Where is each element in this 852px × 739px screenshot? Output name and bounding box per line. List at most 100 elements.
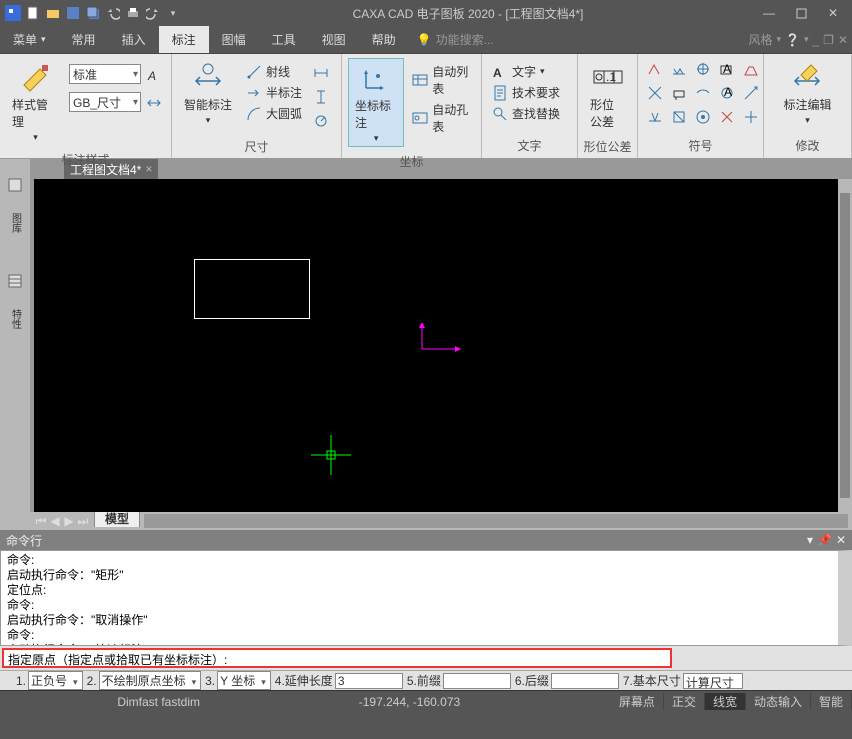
status-lineweight[interactable]: 线宽 bbox=[705, 693, 746, 710]
drawn-rectangle bbox=[194, 259, 310, 319]
print-icon[interactable] bbox=[124, 4, 142, 22]
dim-edit-button[interactable]: 标注编辑▾ bbox=[777, 58, 837, 128]
menu-biaozhu[interactable]: 标注 bbox=[159, 26, 209, 53]
open-icon[interactable] bbox=[44, 4, 62, 22]
sym-1[interactable] bbox=[644, 58, 666, 80]
dim-apply-icon[interactable] bbox=[143, 92, 165, 114]
menu-shitu[interactable]: 视图 bbox=[309, 26, 359, 53]
menu-caidan[interactable]: 菜单 ▾ bbox=[0, 26, 59, 53]
opts-left-icon[interactable]: ◁ bbox=[0, 671, 14, 690]
opt-4-input[interactable]: 3 bbox=[335, 673, 403, 689]
sym-12[interactable] bbox=[668, 106, 690, 128]
style-label[interactable]: 风格 bbox=[748, 31, 772, 48]
style-dropdown-2[interactable]: GB_尺寸 bbox=[69, 92, 141, 112]
mdi-restore-icon[interactable]: ❐ bbox=[823, 33, 834, 47]
auto-hole-table-button[interactable]: 自动孔表 bbox=[408, 100, 475, 136]
tab-next-icon[interactable]: ▶ bbox=[62, 514, 76, 528]
ribbon-label-tol: 形位公差 bbox=[578, 136, 637, 159]
opt-1[interactable]: 1.正负号 bbox=[14, 671, 85, 690]
palette-btn-2[interactable] bbox=[6, 259, 24, 303]
help-icon[interactable]: ❔ bbox=[785, 33, 800, 47]
status-screen-point[interactable]: 屏幕点 bbox=[611, 693, 664, 710]
maximize-button[interactable] bbox=[786, 3, 816, 23]
sym-4[interactable]: A bbox=[716, 58, 738, 80]
opt-2[interactable]: 2.不绘制原点坐标 bbox=[85, 671, 204, 690]
new-icon[interactable] bbox=[24, 4, 42, 22]
cmd-pin-icon[interactable]: 📌 bbox=[817, 533, 832, 547]
status-ortho[interactable]: 正交 bbox=[664, 693, 705, 710]
save-icon[interactable] bbox=[64, 4, 82, 22]
tab-last-icon[interactable]: ⏭ bbox=[76, 514, 90, 529]
command-input[interactable]: 指定原点（指定点或拾取已有坐标标注）: bbox=[2, 648, 672, 668]
find-replace-button[interactable]: 查找替换 bbox=[488, 104, 564, 123]
saveall-icon[interactable] bbox=[84, 4, 102, 22]
ray-icon bbox=[246, 64, 262, 80]
sym-3[interactable] bbox=[692, 58, 714, 80]
undo-icon[interactable] bbox=[104, 4, 122, 22]
tech-req-button[interactable]: 技术要求 bbox=[488, 83, 564, 102]
command-panel: 命令行 ▾ 📌 ✕ 命令: 启动执行命令："矩形" 定位点: 命令: 启动执行命… bbox=[0, 530, 852, 690]
sym-9[interactable]: A bbox=[716, 82, 738, 104]
menu-changyong[interactable]: 常用 bbox=[59, 26, 109, 53]
command-history[interactable]: 命令: 启动执行命令："矩形" 定位点: 命令: 启动执行命令："取消操作" 命… bbox=[0, 550, 852, 646]
ribbon-label-sym: 符号 bbox=[638, 135, 763, 158]
window-title: CAXA CAD 电子图板 2020 - [工程图文档4*] bbox=[182, 5, 754, 22]
menu-tufu[interactable]: 图幅 bbox=[209, 26, 259, 53]
sym-13[interactable] bbox=[692, 106, 714, 128]
auto-table-button[interactable]: 自动列表 bbox=[408, 62, 475, 98]
sym-11[interactable] bbox=[644, 106, 666, 128]
palette-label-2: 特性 bbox=[8, 309, 23, 329]
drawing-canvas[interactable] bbox=[34, 179, 838, 512]
doc-icon bbox=[492, 85, 508, 101]
ray-dim-button[interactable]: 射线 bbox=[242, 62, 306, 81]
status-dyninput[interactable]: 动态输入 bbox=[746, 693, 811, 710]
half-dim-button[interactable]: 半标注 bbox=[242, 83, 306, 102]
qat-dropdown-icon[interactable]: ▾ bbox=[164, 4, 182, 22]
opt-7-input[interactable]: 计算尺寸 bbox=[683, 673, 743, 689]
ribbon-label-styles: 标注样式 bbox=[0, 149, 171, 172]
app-icon[interactable] bbox=[4, 4, 22, 22]
redo-icon[interactable] bbox=[144, 4, 162, 22]
geom-tol-icon: .1 bbox=[591, 60, 625, 94]
dim-tool-2[interactable] bbox=[310, 86, 332, 108]
opt-6-input[interactable] bbox=[551, 673, 619, 689]
sym-10[interactable] bbox=[740, 82, 762, 104]
sym-15[interactable] bbox=[740, 106, 762, 128]
style-apply-icon[interactable]: A bbox=[143, 64, 165, 86]
tab-first-icon[interactable]: ⏮ bbox=[34, 514, 48, 529]
search-placeholder: 功能搜索... bbox=[436, 31, 494, 48]
opt-5-input[interactable] bbox=[443, 673, 511, 689]
opts-right-icon[interactable]: ▷ bbox=[745, 671, 759, 690]
status-smart[interactable]: 智能 bbox=[811, 693, 852, 710]
vertical-scrollbar[interactable] bbox=[838, 179, 852, 512]
opt-3[interactable]: 3.Y 坐标 bbox=[203, 671, 273, 690]
sym-2[interactable] bbox=[668, 58, 690, 80]
horizontal-scrollbar[interactable] bbox=[144, 514, 848, 528]
sym-8[interactable] bbox=[692, 82, 714, 104]
sym-14[interactable] bbox=[716, 106, 738, 128]
sym-5[interactable] bbox=[740, 58, 762, 80]
menu-bangzhu[interactable]: 帮助 bbox=[359, 26, 409, 53]
style-manage-button[interactable]: 样式管理▾ bbox=[6, 58, 65, 145]
close-button[interactable]: ✕ bbox=[818, 3, 848, 23]
cmd-menu-icon[interactable]: ▾ bbox=[807, 533, 813, 547]
big-arc-button[interactable]: 大圆弧 bbox=[242, 104, 306, 123]
minimize-button[interactable]: — bbox=[754, 3, 784, 23]
mdi-close-icon[interactable]: ✕ bbox=[838, 33, 848, 47]
geom-tol-button[interactable]: .1 形位公差 bbox=[584, 58, 631, 132]
sym-7[interactable] bbox=[668, 82, 690, 104]
menu-gongju[interactable]: 工具 bbox=[259, 26, 309, 53]
style-dropdown-1[interactable]: 标准 bbox=[69, 64, 141, 84]
smart-dim-button[interactable]: 智能标注▾ bbox=[178, 58, 238, 128]
mdi-min-icon[interactable]: _ bbox=[812, 33, 819, 47]
command-title-bar[interactable]: 命令行 ▾ 📌 ✕ bbox=[0, 530, 852, 550]
sym-6[interactable] bbox=[644, 82, 666, 104]
search-box[interactable]: 💡 功能搜索... bbox=[409, 26, 502, 53]
text-button[interactable]: A文字 ▾ bbox=[488, 62, 564, 81]
tab-prev-icon[interactable]: ◀ bbox=[48, 514, 62, 528]
menu-charu[interactable]: 插入 bbox=[109, 26, 159, 53]
dim-tool-1[interactable] bbox=[310, 62, 332, 84]
cmd-close-icon[interactable]: ✕ bbox=[836, 533, 846, 547]
dim-tool-3[interactable] bbox=[310, 110, 332, 132]
coord-dim-button[interactable]: 坐标标注▾ bbox=[348, 58, 404, 147]
